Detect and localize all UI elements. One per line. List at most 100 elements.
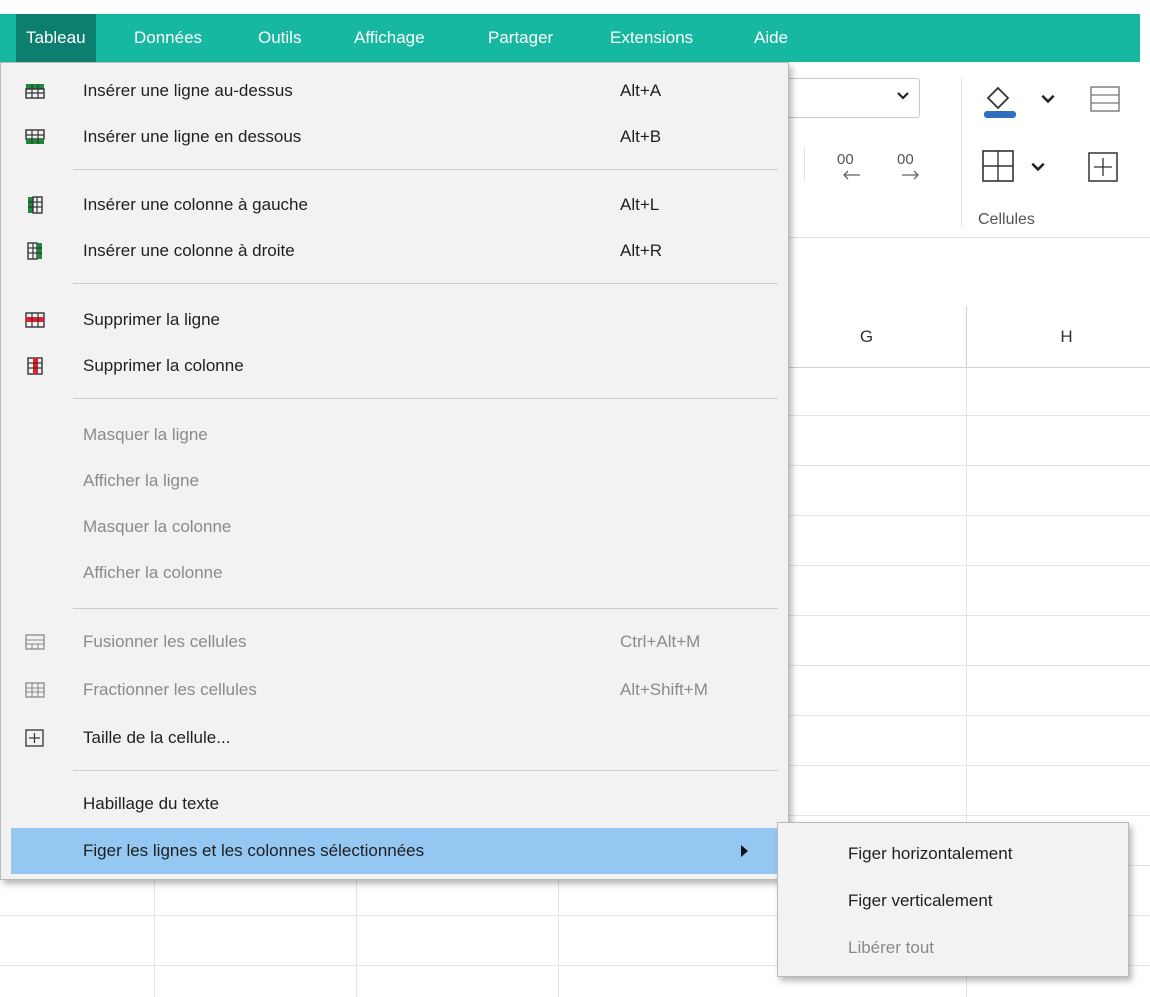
menu-item-insert-column-left[interactable]: Insérer une colonne à gauche Alt+L — [1, 182, 788, 228]
grid-line — [789, 765, 1150, 766]
chevron-down-icon[interactable] — [1030, 158, 1046, 174]
grid-line — [558, 880, 559, 997]
menu-item-shortcut: Ctrl+Alt+M — [620, 632, 701, 651]
menu-item-show-column[interactable]: Afficher la colonne — [1, 550, 788, 596]
grid-line — [356, 880, 357, 997]
menu-item-shortcut: Alt+B — [620, 127, 662, 146]
menu-item-hide-row[interactable]: Masquer la ligne — [1, 412, 788, 458]
chevron-down-icon[interactable] — [1040, 90, 1056, 106]
menu-item-merge-cells[interactable]: Fusionner les cellules Ctrl+Alt+M — [1, 619, 788, 665]
menu-item-label: Insérer une colonne à droite — [83, 241, 295, 260]
split-cells-icon — [25, 682, 45, 698]
menu-item-label: Taille de la cellule... — [83, 728, 231, 747]
merge-cells-icon[interactable] — [1088, 82, 1122, 116]
menu-item-label: Afficher la colonne — [83, 563, 223, 582]
cell-size-icon[interactable] — [1086, 150, 1120, 184]
grid-line — [789, 565, 1150, 566]
menu-item-cell-size[interactable]: Taille de la cellule... — [1, 715, 788, 761]
submenu-item-label: Figer verticalement — [848, 891, 993, 910]
submenu-item-unfreeze-all[interactable]: Libérer tout — [778, 925, 1128, 971]
menu-item-show-row[interactable]: Afficher la ligne — [1, 458, 788, 504]
menu-aide[interactable]: Aide — [744, 14, 798, 62]
ribbon-separator — [804, 148, 805, 180]
menu-item-delete-column[interactable]: Supprimer la colonne — [1, 343, 788, 389]
menu-item-label: Masquer la colonne — [83, 517, 232, 536]
grid-line — [0, 915, 777, 916]
grid-line — [1129, 915, 1150, 916]
menu-item-shortcut: Alt+A — [620, 81, 662, 100]
menu-separator — [73, 770, 778, 771]
freeze-submenu: Figer horizontalement Figer verticalemen… — [777, 822, 1129, 977]
menu-item-insert-row-above[interactable]: Insérer une ligne au-dessus Alt+A — [1, 68, 788, 114]
insert-row-below-icon — [25, 129, 45, 144]
menu-item-label: Masquer la ligne — [83, 425, 208, 444]
insert-row-above-icon — [25, 84, 45, 99]
menu-item-freeze-panes[interactable]: Figer les lignes et les colonnes sélecti… — [11, 828, 778, 874]
grid-line — [789, 465, 1150, 466]
tableau-menu: Insérer une ligne au-dessus Alt+A Insére… — [0, 62, 789, 880]
fill-color-icon[interactable] — [980, 78, 1020, 122]
menu-separator — [73, 169, 778, 170]
menu-item-label: Fusionner les cellules — [83, 632, 247, 651]
chevron-down-icon — [897, 92, 909, 100]
menu-affichage[interactable]: Affichage — [344, 14, 435, 62]
menu-item-split-cells[interactable]: Fractionner les cellules Alt+Shift+M — [1, 667, 788, 713]
grid-line — [789, 415, 1150, 416]
submenu-item-label: Figer horizontalement — [848, 844, 1013, 863]
borders-icon[interactable] — [980, 148, 1016, 184]
menu-item-label: Supprimer la ligne — [83, 310, 221, 329]
grid-line — [0, 965, 777, 966]
menu-tableau[interactable]: Tableau — [16, 14, 96, 62]
submenu-item-label: Libérer tout — [848, 938, 934, 957]
svg-text:00: 00 — [837, 151, 854, 168]
menu-item-label: Supprimer la colonne — [83, 356, 244, 375]
grid-line — [789, 715, 1150, 716]
decrease-indent-icon[interactable]: 00 — [834, 148, 868, 182]
grid-line — [789, 515, 1150, 516]
menu-item-label: Afficher la ligne — [83, 471, 199, 490]
menu-item-label: Fractionner les cellules — [83, 680, 257, 699]
submenu-arrow-icon — [741, 845, 748, 857]
menu-item-label: Insérer une ligne en dessous — [83, 127, 302, 146]
delete-row-icon — [25, 312, 45, 328]
svg-text:00: 00 — [897, 151, 914, 168]
grid-line — [789, 665, 1150, 666]
menu-item-insert-column-right[interactable]: Insérer une colonne à droite Alt+R — [1, 228, 788, 274]
menu-item-hide-column[interactable]: Masquer la colonne — [1, 504, 788, 550]
menu-item-label: Figer les lignes et les colonnes sélecti… — [83, 841, 425, 860]
menu-donnees[interactable]: Données — [124, 14, 212, 62]
menu-item-text-wrap[interactable]: Habillage du texte — [1, 781, 788, 827]
menu-extensions[interactable]: Extensions — [600, 14, 703, 62]
insert-column-right-icon — [27, 242, 42, 260]
menu-item-insert-row-below[interactable]: Insérer une ligne en dessous Alt+B — [1, 114, 788, 160]
cell-size-icon — [25, 729, 44, 747]
menu-item-shortcut: Alt+L — [620, 195, 660, 214]
menu-separator — [73, 398, 778, 399]
ribbon-separator — [961, 78, 962, 228]
font-size-dropdown[interactable] — [770, 78, 920, 118]
menu-item-delete-row[interactable]: Supprimer la ligne — [1, 297, 788, 343]
column-header-g[interactable]: G — [766, 306, 966, 368]
submenu-item-freeze-vertical[interactable]: Figer verticalement — [778, 878, 1128, 924]
menu-item-label: Insérer une colonne à gauche — [83, 195, 308, 214]
menu-separator — [73, 608, 778, 609]
menu-item-label: Insérer une ligne au-dessus — [83, 81, 293, 100]
menu-separator — [73, 283, 778, 284]
menu-item-shortcut: Alt+R — [620, 241, 663, 260]
grid-line — [1129, 965, 1150, 966]
grid-line — [789, 815, 1150, 816]
merge-cells-icon — [25, 634, 45, 650]
cells-group-label: Cellules — [978, 211, 1035, 228]
submenu-item-freeze-horizontal[interactable]: Figer horizontalement — [778, 831, 1128, 877]
grid-line — [1129, 865, 1150, 866]
column-header-h[interactable]: H — [966, 306, 1150, 368]
delete-column-icon — [27, 357, 43, 375]
grid-line — [789, 615, 1150, 616]
increase-indent-icon[interactable]: 00 — [894, 148, 928, 182]
menu-item-shortcut: Alt+Shift+M — [620, 680, 708, 699]
menu-outils[interactable]: Outils — [248, 14, 311, 62]
menu-bar: Tableau Données Outils Affichage Partage… — [0, 0, 1150, 62]
menu-item-label: Habillage du texte — [83, 794, 220, 813]
menu-partager[interactable]: Partager — [478, 14, 563, 62]
insert-column-left-icon — [28, 196, 43, 214]
